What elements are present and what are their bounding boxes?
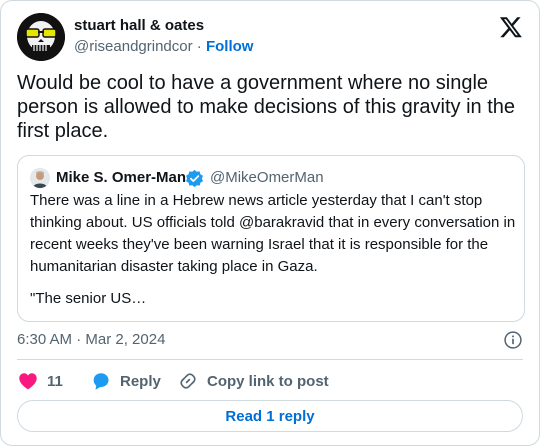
- person-avatar-icon: [30, 168, 50, 188]
- speech-bubble-icon: [93, 373, 109, 390]
- quoted-author-name[interactable]: Mike S. Omer-Man: [56, 169, 186, 186]
- follow-button[interactable]: Follow: [206, 38, 254, 55]
- action-bar: 11 Reply Copy link to post: [17, 369, 523, 393]
- copy-link-button[interactable]: Copy link to post: [177, 369, 329, 393]
- info-icon[interactable]: [503, 330, 523, 350]
- divider: [17, 359, 523, 360]
- tweet-text: Would be cool to have a government where…: [17, 72, 516, 142]
- quoted-tweet-more-text: "The senior US…: [30, 290, 147, 307]
- tweet-timestamp[interactable]: 6:30 AM · Mar 2, 2024: [17, 331, 165, 348]
- quoted-author-handle[interactable]: @MikeOmerMan: [210, 169, 324, 186]
- author-handle[interactable]: @riseandgrindcor: [74, 38, 193, 55]
- quoted-tweet-text: There was a line in a Hebrew news articl…: [30, 192, 516, 275]
- verified-badge-icon: [186, 169, 203, 188]
- like-count: 11: [47, 372, 63, 390]
- tweet-header: stuart hall & oates @riseandgrindcor · F…: [17, 13, 523, 61]
- x-logo-icon[interactable]: [499, 15, 523, 39]
- like-button[interactable]: 11: [17, 369, 63, 393]
- separator-dot: ·: [196, 38, 202, 55]
- tweet-card: stuart hall & oates @riseandgrindcor · F…: [0, 0, 540, 446]
- skull-avatar-icon: [17, 13, 65, 61]
- copy-link-label: Copy link to post: [207, 372, 329, 390]
- quoted-author-avatar[interactable]: [30, 168, 50, 188]
- reply-button[interactable]: Reply: [90, 369, 161, 393]
- author-avatar[interactable]: [17, 13, 65, 61]
- heart-icon: [19, 373, 37, 390]
- read-replies-button[interactable]: Read 1 reply: [17, 400, 523, 432]
- reply-label: Reply: [120, 372, 161, 390]
- author-handle-line: @riseandgrindcor · Follow: [74, 38, 253, 55]
- quoted-tweet[interactable]: Mike S. Omer-Man @MikeOmerMan There was …: [17, 155, 525, 322]
- link-icon: [180, 373, 196, 389]
- author-name[interactable]: stuart hall & oates: [74, 17, 204, 34]
